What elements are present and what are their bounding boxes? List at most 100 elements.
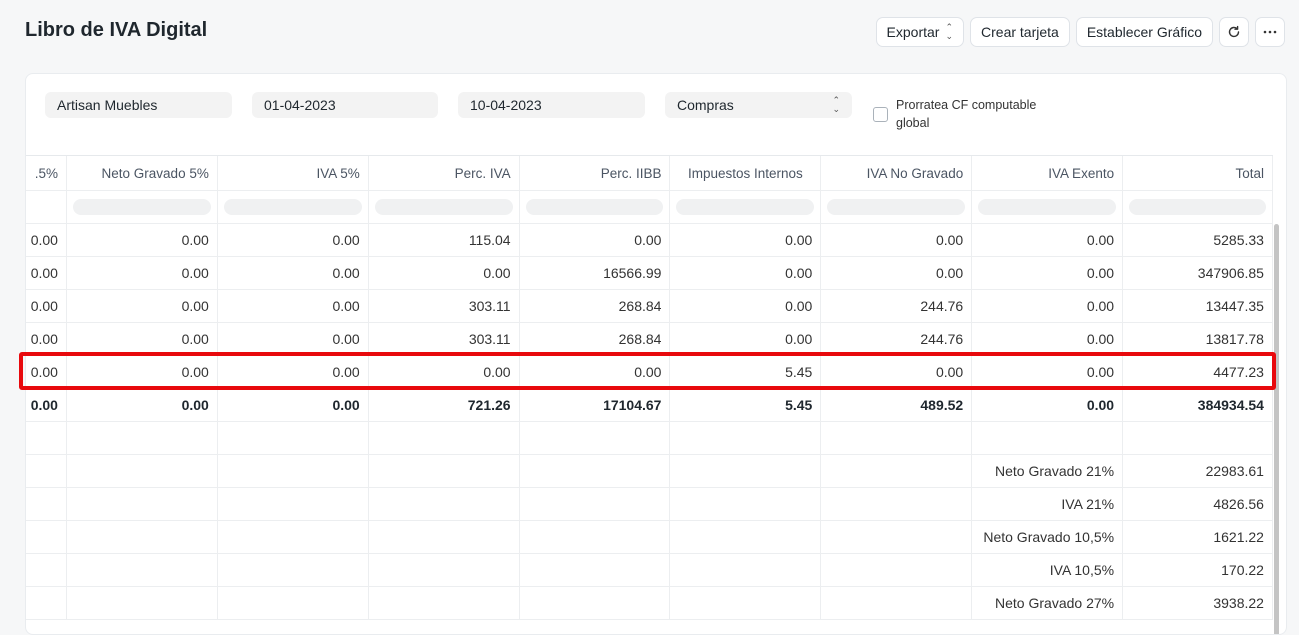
table-cell — [67, 587, 218, 619]
column-header: Impuestos Internos — [670, 156, 822, 190]
summary-row: Neto Gravado 27% 3938.22 — [26, 587, 1273, 620]
table-cell — [26, 455, 67, 487]
table-cell: 268.84 — [520, 290, 671, 322]
table-row: 0.00 0.00 0.00 0.00 16566.99 0.00 0.00 0.00 3479… — [26, 257, 1273, 290]
table-cell: 244.76 — [821, 290, 973, 322]
total-cell: 0.00 — [218, 389, 369, 421]
table-cell — [369, 488, 520, 520]
table-cell — [670, 521, 822, 553]
column-filter-cell — [821, 191, 973, 223]
more-button[interactable] — [1255, 17, 1285, 47]
table-cell: 5285.33 — [1123, 224, 1273, 256]
report-card: Artisan Muebles 01-04-2023 10-04-2023 Co… — [25, 73, 1287, 635]
table-cell: 0.00 — [670, 224, 822, 256]
table-cell — [218, 488, 369, 520]
table-cell: 0.00 — [369, 257, 520, 289]
from-date-filter[interactable]: 01-04-2023 — [252, 92, 438, 118]
summary-value: 4826.56 — [1123, 488, 1273, 520]
table-cell: 5.45 — [670, 356, 822, 388]
table-cell — [369, 455, 520, 487]
report-table: .5% Neto Gravado 5% IVA 5% Perc. IVA Perc. I… — [26, 155, 1273, 620]
table-row: 0.00 0.00 0.00 303.11 268.84 0.00 244.76 0.00 13… — [26, 323, 1273, 356]
refresh-icon — [1227, 25, 1241, 39]
table-cell — [520, 521, 671, 553]
column-filter-input[interactable] — [676, 199, 815, 215]
table-cell: 0.00 — [520, 356, 671, 388]
column-filter-input[interactable] — [72, 199, 211, 215]
table-cell: 0.00 — [821, 356, 973, 388]
column-filter-input[interactable] — [525, 199, 664, 215]
table-header-row: .5% Neto Gravado 5% IVA 5% Perc. IVA Perc. I… — [26, 156, 1273, 191]
column-filter-cell — [1123, 191, 1273, 223]
table-cell — [369, 554, 520, 586]
type-select[interactable]: Compras ⌃ ⌄ — [665, 92, 852, 118]
column-filter-cell — [972, 191, 1124, 223]
table-cell — [218, 587, 369, 619]
table-cell — [520, 422, 671, 454]
more-icon — [1263, 30, 1277, 34]
table-cell: 0.00 — [821, 224, 973, 256]
column-header: Perc. IVA — [369, 156, 520, 190]
set-chart-button[interactable]: Establecer Gráfico — [1075, 17, 1213, 47]
total-cell: 17104.67 — [520, 389, 671, 421]
prorrata-checkbox[interactable] — [873, 107, 888, 122]
column-filter-input[interactable] — [1129, 199, 1266, 215]
summary-row: IVA 10,5% 170.22 — [26, 554, 1273, 587]
total-cell: 0.00 — [972, 389, 1124, 421]
table-cell — [26, 587, 67, 619]
column-filter-input[interactable] — [374, 199, 513, 215]
table-cell — [670, 488, 822, 520]
summary-label: IVA 10,5% — [972, 554, 1124, 586]
table-cell: 13817.78 — [1123, 323, 1273, 355]
table-cell: 347906.85 — [1123, 257, 1273, 289]
table-cell: 0.00 — [218, 257, 369, 289]
total-cell: 0.00 — [67, 389, 218, 421]
table-cell — [821, 521, 973, 553]
company-filter[interactable]: Artisan Muebles — [45, 92, 232, 118]
summary-label: Neto Gravado 10,5% — [972, 521, 1124, 553]
column-filter-cell — [520, 191, 671, 223]
column-header: Total — [1123, 156, 1273, 190]
table-cell: 0.00 — [520, 224, 671, 256]
table-cell — [670, 554, 822, 586]
chevron-updown-icon: ⌃ ⌄ — [945, 22, 954, 41]
table-cell — [67, 554, 218, 586]
table-row: 0.00 0.00 0.00 0.00 0.00 5.45 0.00 0.00 4477.23 — [26, 356, 1273, 389]
table-cell — [520, 554, 671, 586]
table-cell: 0.00 — [26, 257, 67, 289]
column-header: IVA 5% — [218, 156, 369, 190]
table-cell — [67, 488, 218, 520]
summary-label: Neto Gravado 21% — [972, 455, 1124, 487]
table-cell — [26, 554, 67, 586]
column-filter-input[interactable] — [978, 199, 1117, 215]
refresh-button[interactable] — [1219, 17, 1249, 47]
table-cell — [67, 455, 218, 487]
table-cell: 13447.35 — [1123, 290, 1273, 322]
table-cell: 0.00 — [26, 356, 67, 388]
from-date-value: 01-04-2023 — [264, 97, 336, 113]
create-card-label: Crear tarjeta — [981, 24, 1059, 40]
create-card-button[interactable]: Crear tarjeta — [970, 17, 1070, 47]
table-cell — [821, 488, 973, 520]
column-filter-input[interactable] — [223, 199, 362, 215]
table-cell: 0.00 — [972, 257, 1124, 289]
table-cell — [972, 422, 1124, 454]
column-filter-row — [26, 191, 1273, 224]
set-chart-label: Establecer Gráfico — [1086, 24, 1202, 40]
company-filter-value: Artisan Muebles — [57, 97, 158, 113]
table-cell — [218, 455, 369, 487]
table-cell: 303.11 — [369, 290, 520, 322]
total-cell: 721.26 — [369, 389, 520, 421]
summary-row: IVA 21% 4826.56 — [26, 488, 1273, 521]
type-select-value: Compras — [677, 97, 734, 113]
to-date-filter[interactable]: 10-04-2023 — [458, 92, 645, 118]
table-scrollbar[interactable] — [1274, 224, 1279, 634]
export-button[interactable]: Exportar ⌃ ⌄ — [875, 17, 965, 47]
table-cell: 0.00 — [821, 257, 973, 289]
table-cell: 4477.23 — [1123, 356, 1273, 388]
column-header: Perc. IIBB — [520, 156, 671, 190]
column-filter-input[interactable] — [827, 199, 966, 215]
table-cell: 0.00 — [26, 224, 67, 256]
table-cell: 0.00 — [670, 290, 822, 322]
prorrata-label: Prorratea CF computable global — [896, 98, 1037, 130]
